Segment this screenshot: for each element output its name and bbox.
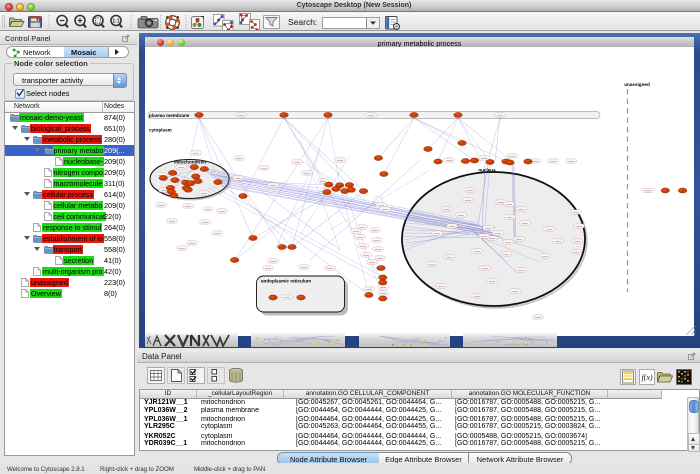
svg-text:cytoplasm: cytoplasm: [149, 128, 172, 133]
svg-text:Search:: Search:: [288, 17, 317, 27]
svg-text:endoplasmic reticulum: endoplasmic reticulum: [261, 279, 311, 284]
svg-text:f(x): f(x): [641, 373, 652, 382]
svg-text:1:1: 1:1: [112, 19, 119, 25]
svg-text:nucleus: nucleus: [478, 168, 496, 173]
svg-text:unassigned: unassigned: [624, 82, 650, 87]
svg-text:mitochondrion: mitochondrion: [174, 160, 206, 165]
svg-text:plasma membrane: plasma membrane: [149, 113, 190, 118]
